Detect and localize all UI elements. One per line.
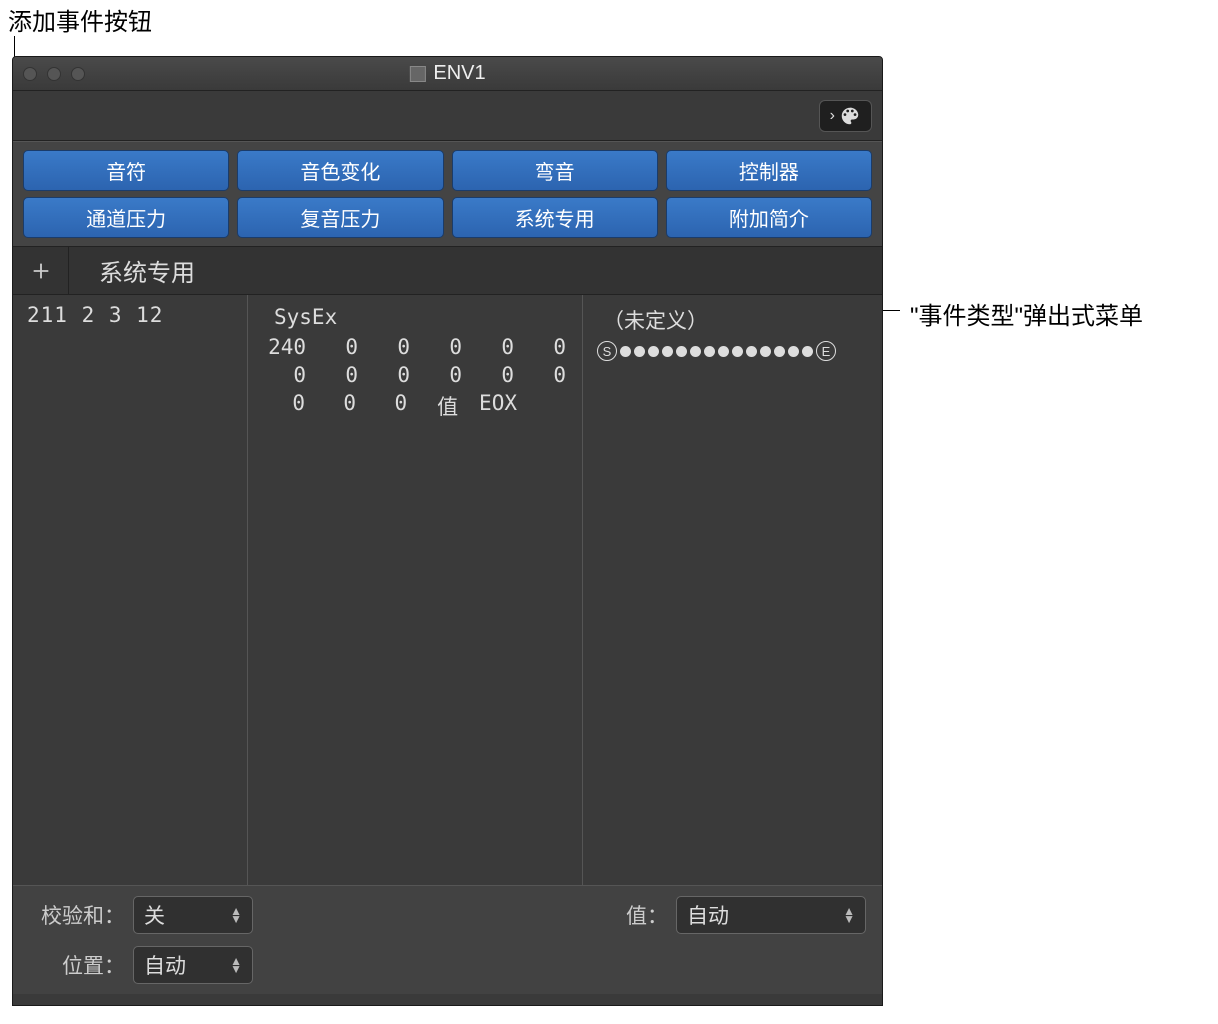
data-row: 0 0 0 0 0 0 bbox=[258, 361, 572, 389]
byte-dot bbox=[746, 346, 757, 357]
toolbar: › bbox=[13, 91, 882, 141]
checksum-select[interactable]: 关 ▲▼ bbox=[133, 896, 253, 934]
byte-indicator-row: S E bbox=[593, 341, 872, 361]
filter-program-change[interactable]: 音色变化 bbox=[237, 150, 443, 191]
byte-dot bbox=[788, 346, 799, 357]
title-group: ENV1 bbox=[409, 62, 485, 85]
data-cell[interactable]: 0 bbox=[362, 333, 414, 361]
plus-icon bbox=[30, 260, 52, 282]
callout-add-event-button: 添加事件按钮 bbox=[8, 2, 152, 37]
byte-dot bbox=[690, 346, 701, 357]
control-row: 校验和： 关 ▲▼ 值： 自动 ▲▼ bbox=[29, 896, 866, 934]
chevron-right-icon: › bbox=[830, 107, 835, 125]
callout-event-type-menu: "事件类型"弹出式菜单 bbox=[910, 296, 1143, 331]
byte-dot bbox=[774, 346, 785, 357]
byte-dot bbox=[648, 346, 659, 357]
visualization-column: （未定义） S E bbox=[583, 295, 882, 885]
filter-row: 音符 音色变化 弯音 控制器 bbox=[23, 150, 872, 191]
filter-notes[interactable]: 音符 bbox=[23, 150, 229, 191]
editor-window: ENV1 › 音符 音色变化 弯音 控制器 通道压力 复音压力 系统专用 附加简… bbox=[12, 56, 883, 1006]
value-label: 值： bbox=[626, 900, 668, 930]
data-cell-eox[interactable]: EOX bbox=[462, 389, 521, 423]
end-marker-icon: E bbox=[816, 341, 836, 361]
data-cell[interactable]: 0 bbox=[466, 333, 518, 361]
event-type-popup-menu[interactable]: 系统专用 bbox=[69, 253, 195, 288]
data-cell[interactable]: 0 bbox=[258, 389, 309, 423]
byte-dot bbox=[760, 346, 771, 357]
sysex-column-header: SysEx bbox=[258, 303, 572, 333]
filter-controller[interactable]: 控制器 bbox=[666, 150, 872, 191]
data-cell[interactable]: 0 bbox=[518, 361, 570, 389]
position-value: 自动 bbox=[144, 950, 186, 980]
data-row: 240 0 0 0 0 0 bbox=[258, 333, 572, 361]
minimize-window-button[interactable] bbox=[47, 67, 61, 81]
byte-dot bbox=[620, 346, 631, 357]
data-row: 0 0 0 值 EOX bbox=[258, 389, 572, 423]
sysex-data-column: SysEx 240 0 0 0 0 0 0 0 0 0 0 0 bbox=[248, 295, 583, 885]
filter-pitch-bend[interactable]: 弯音 bbox=[452, 150, 658, 191]
data-cell bbox=[521, 389, 572, 423]
position-select[interactable]: 自动 ▲▼ bbox=[133, 946, 253, 984]
value-select[interactable]: 自动 ▲▼ bbox=[676, 896, 866, 934]
byte-dot bbox=[704, 346, 715, 357]
checksum-value: 关 bbox=[144, 900, 165, 930]
project-icon bbox=[409, 66, 425, 82]
control-row: 位置： 自动 ▲▼ bbox=[29, 946, 866, 984]
byte-dot bbox=[634, 346, 645, 357]
stepper-arrows-icon: ▲▼ bbox=[230, 907, 242, 923]
value-value: 自动 bbox=[687, 900, 729, 930]
byte-dot bbox=[676, 346, 687, 357]
event-filter-panel: 音符 音色变化 弯音 控制器 通道压力 复音压力 系统专用 附加简介 bbox=[13, 141, 882, 247]
filter-poly-pressure[interactable]: 复音压力 bbox=[237, 197, 443, 238]
window-title: ENV1 bbox=[433, 62, 485, 85]
checksum-label: 校验和： bbox=[29, 900, 125, 930]
add-event-button[interactable] bbox=[13, 247, 69, 294]
color-palette-button[interactable]: › bbox=[819, 100, 872, 132]
data-cell[interactable]: 0 bbox=[362, 361, 414, 389]
data-cell[interactable]: 0 bbox=[414, 361, 466, 389]
byte-dot bbox=[662, 346, 673, 357]
position-column: 211 2 3 12 bbox=[13, 295, 248, 885]
data-cell[interactable]: 0 bbox=[518, 333, 570, 361]
window-titlebar: ENV1 bbox=[13, 57, 882, 91]
data-cell[interactable]: 值 bbox=[411, 389, 462, 423]
filter-sysex[interactable]: 系统专用 bbox=[452, 197, 658, 238]
close-window-button[interactable] bbox=[23, 67, 37, 81]
filter-channel-pressure[interactable]: 通道压力 bbox=[23, 197, 229, 238]
zoom-window-button[interactable] bbox=[71, 67, 85, 81]
data-cell[interactable]: 0 bbox=[310, 361, 362, 389]
data-cell[interactable]: 240 bbox=[258, 333, 310, 361]
col3-header: （未定义） bbox=[593, 303, 872, 341]
bottom-controls: 校验和： 关 ▲▼ 值： 自动 ▲▼ 位置： 自动 ▲▼ bbox=[13, 885, 882, 994]
filter-row: 通道压力 复音压力 系统专用 附加简介 bbox=[23, 197, 872, 238]
position-value[interactable]: 211 2 3 12 bbox=[23, 303, 237, 327]
byte-dot bbox=[718, 346, 729, 357]
sysex-data-grid[interactable]: 240 0 0 0 0 0 0 0 0 0 0 0 0 0 bbox=[258, 333, 572, 423]
data-cell[interactable]: 0 bbox=[258, 361, 310, 389]
event-content-area: 211 2 3 12 SysEx 240 0 0 0 0 0 0 0 0 0 bbox=[13, 295, 882, 885]
data-cell[interactable]: 0 bbox=[360, 389, 411, 423]
filter-additional-info[interactable]: 附加简介 bbox=[666, 197, 872, 238]
stepper-arrows-icon: ▲▼ bbox=[843, 907, 855, 923]
data-cell[interactable]: 0 bbox=[414, 333, 466, 361]
byte-dot bbox=[802, 346, 813, 357]
palette-icon bbox=[839, 105, 861, 127]
position-label: 位置： bbox=[29, 950, 125, 980]
data-cell[interactable]: 0 bbox=[310, 333, 362, 361]
event-list-header: 系统专用 bbox=[13, 247, 882, 295]
traffic-lights bbox=[23, 67, 85, 81]
stepper-arrows-icon: ▲▼ bbox=[230, 957, 242, 973]
byte-dot bbox=[732, 346, 743, 357]
data-cell[interactable]: 0 bbox=[309, 389, 360, 423]
data-cell[interactable]: 0 bbox=[466, 361, 518, 389]
start-marker-icon: S bbox=[597, 341, 617, 361]
